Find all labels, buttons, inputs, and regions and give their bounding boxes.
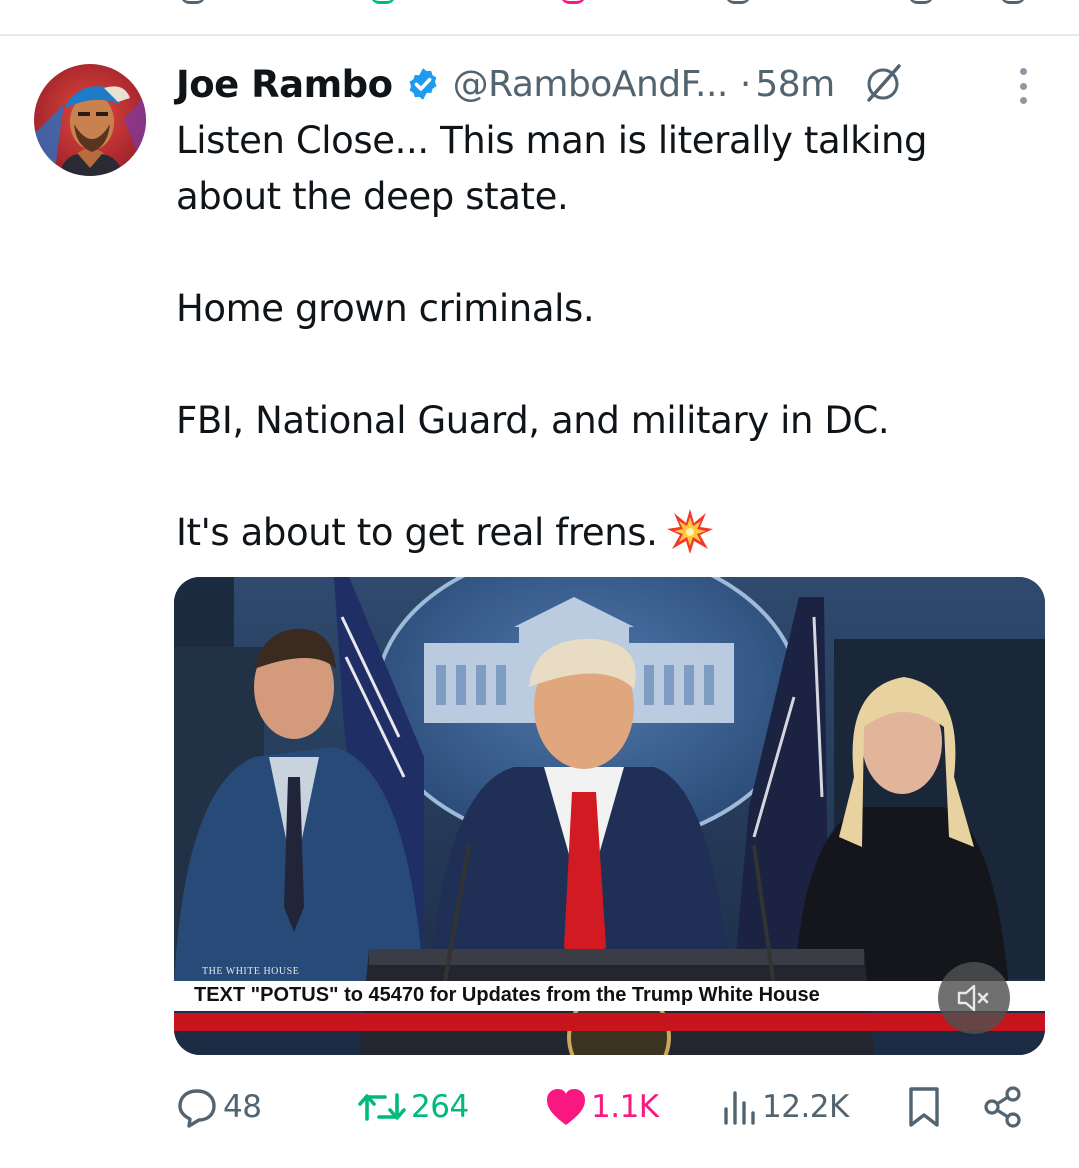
video-player[interactable]: THE WHITE HOUSE TEXT "POTUS" to 45470 fo… [174,577,1045,1055]
tweet-divider [0,34,1079,36]
reply-icon [178,1089,216,1128]
like-button[interactable]: 1.1K [545,1083,659,1131]
timestamp[interactable]: 58m [755,64,835,105]
views-count: 12.2K [762,1089,849,1125]
views-button[interactable]: 12.2K [722,1083,849,1131]
more-dot [1019,82,1027,90]
cut-off-icon [560,0,586,4]
tweet-header: Joe Rambo @RamboAndF... · 58m [176,60,905,108]
cut-off-icon [725,0,751,4]
video-caption-bar: TEXT "POTUS" to 45470 for Updates from t… [174,981,1045,1011]
cut-off-icon [370,0,396,4]
verified-badge-icon[interactable] [405,66,441,102]
tweet-text-line: FBI, National Guard, and military in DC. [176,399,890,442]
video-red-band [174,1013,1045,1031]
reply-button[interactable]: 48 [175,1083,262,1131]
heart-icon [547,1089,585,1125]
share-icon [984,1086,1021,1128]
avatar[interactable] [34,64,146,176]
views-icon [724,1091,755,1125]
volume-muted-icon[interactable] [938,962,1010,1034]
video-lower-third-tag: THE WHITE HOUSE [202,966,300,977]
cut-off-icon [1000,0,1026,4]
tweet-text-line: about the deep state. [176,175,569,218]
more-options-icon[interactable] [1010,66,1036,106]
retweet-icon [358,1093,406,1121]
more-dot [1019,97,1027,104]
like-count: 1.1K [591,1089,659,1125]
tweet-text-last-line: It's about to get real frens. [176,504,714,561]
tweet-text-line: Listen Close... This man is literally ta… [176,119,928,162]
grok-icon[interactable] [861,62,905,106]
tweet-text-line: Home grown criminals. [176,287,595,330]
cut-off-icon [908,0,934,4]
share-button[interactable] [983,1083,1025,1131]
bookmark-icon [909,1087,939,1127]
collision-emoji [666,509,713,554]
tweet-action-bar: 48 264 1.1K 12.2K [0,1083,1079,1131]
user-handle[interactable]: @RamboAndF... [453,64,729,105]
bookmark-button[interactable] [906,1083,942,1131]
previous-tweet-actions-strip [0,0,1079,36]
tweet-text-line: It's about to get real frens. [176,511,658,554]
cut-off-icon [180,0,206,4]
retweet-count: 264 [411,1089,469,1125]
video-caption: TEXT "POTUS" to 45470 for Updates from t… [194,984,820,1006]
separator-dot: · [739,63,752,105]
reply-count: 48 [223,1089,262,1125]
retweet-button[interactable]: 264 [357,1083,469,1131]
speaker-muted-glyph [957,984,989,1012]
display-name[interactable]: Joe Rambo [176,63,393,106]
more-dot [1019,68,1027,75]
